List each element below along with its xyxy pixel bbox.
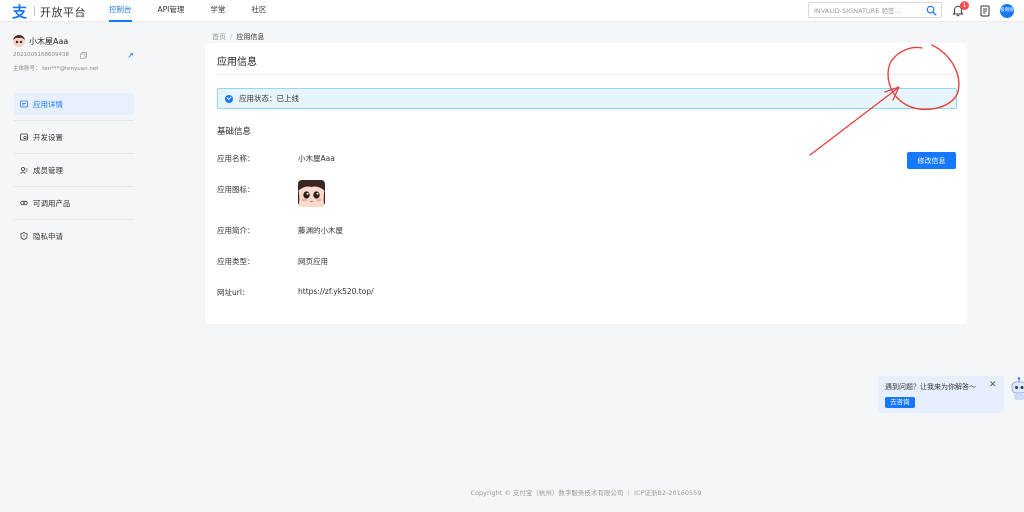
sidebar: 小木屋Aaa 2021005168609438 主体账号： ten***@ten… [0, 22, 146, 512]
field-value-type: 网页应用 [298, 257, 328, 266]
logo-divider [34, 6, 35, 16]
settings-icon [20, 133, 28, 141]
help-text: 遇到问题？让我来为你解答～ [885, 383, 976, 391]
field-label-url: 网址url： [217, 288, 250, 297]
field-label-name: 应用名称： [217, 154, 255, 163]
sidebar-item-label: 应用详情 [33, 99, 63, 109]
help-widget: 遇到问题？让我来为你解答～ ✕ 去咨询 [878, 376, 1004, 413]
edit-info-button[interactable]: 修改信息 [907, 152, 956, 169]
breadcrumb-home[interactable]: 首页 [212, 33, 226, 41]
link-icon[interactable] [127, 52, 134, 59]
robot-assistant-icon[interactable] [1010, 377, 1024, 401]
field-value-intro: 藤渊的小木屋 [298, 226, 343, 235]
sidebar-item-label: 隐私申请 [33, 231, 63, 241]
sidebar-menu: 应用详情 开发设置 成员管理 可调用产品 隐私申请 [14, 93, 134, 258]
close-icon[interactable]: ✕ [989, 380, 997, 390]
platform-title[interactable]: 开放平台 [40, 4, 86, 20]
account-line: 主体账号： ten***@tenyuan.net [13, 66, 99, 72]
section-title: 基础信息 [217, 127, 252, 137]
sidebar-item-members[interactable]: 成员管理 [14, 159, 134, 187]
page-title: 应用信息 [217, 57, 257, 68]
sidebar-item-app-details[interactable]: 应用详情 [14, 93, 134, 121]
user-row: 小木屋Aaa [13, 35, 68, 47]
products-icon [20, 200, 28, 206]
members-icon [20, 167, 28, 174]
app-icon-image [298, 180, 325, 207]
user-name: 小木屋Aaa [29, 36, 69, 46]
field-label-icon: 应用图标： [217, 185, 255, 194]
copy-icon[interactable] [80, 52, 87, 59]
nav-api-management[interactable]: API管理 [157, 0, 186, 22]
shield-icon [20, 232, 28, 240]
sidebar-item-privacy[interactable]: 隐私申请 [14, 225, 134, 247]
notification-badge: 1 [960, 1, 969, 10]
field-value-url[interactable]: https://zf.yk520.top/ [298, 287, 374, 296]
top-bar: 支 开放平台 控制台 API管理 学堂 社区 1 极限版 [0, 0, 1024, 22]
sidebar-item-products[interactable]: 可调用产品 [14, 192, 134, 220]
check-circle-icon [225, 94, 233, 103]
svg-text:支: 支 [12, 3, 28, 19]
document-icon[interactable] [980, 5, 991, 17]
nav-community[interactable]: 社区 [250, 0, 267, 22]
breadcrumb-separator: / [230, 33, 233, 41]
search-input[interactable] [814, 4, 922, 16]
divider [217, 74, 955, 75]
search-icon[interactable] [926, 5, 937, 16]
main-nav: 控制台 API管理 学堂 社区 [108, 0, 291, 22]
breadcrumb-current: 应用信息 [236, 33, 265, 41]
search-box [808, 2, 942, 18]
status-banner: 应用状态：已上线 [217, 88, 957, 109]
field-label-intro: 应用简介： [217, 226, 255, 235]
sidebar-item-label: 成员管理 [33, 165, 63, 175]
avatar [13, 35, 25, 47]
sidebar-item-label: 可调用产品 [33, 198, 71, 208]
sidebar-item-dev-settings[interactable]: 开发设置 [14, 126, 134, 154]
status-text: 应用状态：已上线 [239, 94, 299, 103]
consult-button[interactable]: 去咨询 [885, 397, 915, 408]
field-label-type: 应用类型： [217, 257, 255, 266]
user-id: 2021005168609438 [13, 52, 69, 58]
breadcrumb: 首页 / 应用信息 [212, 32, 264, 42]
app-info-card: 应用信息 应用状态：已上线 基础信息 应用名称： 小木屋Aaa 应用图标： 应用… [205, 43, 967, 324]
app-details-icon [20, 100, 28, 108]
sidebar-item-label: 开发设置 [33, 132, 63, 142]
field-value-name: 小木屋Aaa [298, 154, 335, 163]
nav-console[interactable]: 控制台 [108, 0, 133, 22]
nav-academy[interactable]: 学堂 [209, 0, 226, 22]
alipay-logo-icon[interactable]: 支 [12, 3, 30, 19]
footer: Copyright © 支付宝（杭州）数字服务技术有限公司 ｜ ICP证浙B2-… [470, 489, 702, 497]
user-avatar-top[interactable]: 极限版 [1000, 4, 1014, 18]
